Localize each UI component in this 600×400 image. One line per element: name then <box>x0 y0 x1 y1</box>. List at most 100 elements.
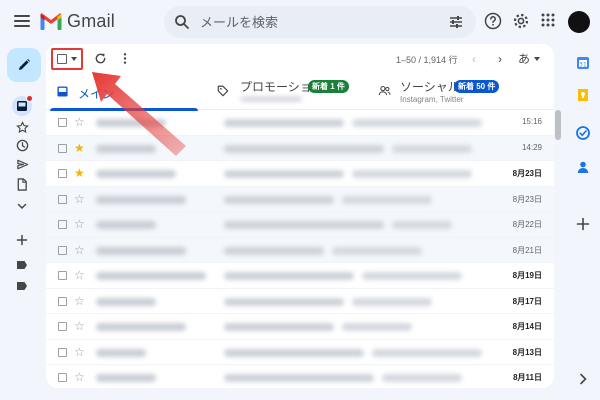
tasks-icon[interactable] <box>576 126 590 140</box>
row-checkbox[interactable] <box>58 347 67 357</box>
row-checkbox[interactable] <box>58 245 67 255</box>
blurred-sender <box>96 170 176 178</box>
sidebar-item-inbox[interactable] <box>12 95 33 116</box>
row-checkbox[interactable] <box>58 373 67 382</box>
row-checkbox[interactable] <box>58 118 67 127</box>
blurred-snippet <box>392 144 472 153</box>
blurred-sender-preview <box>240 96 302 102</box>
email-row[interactable]: ☆ 15:16 <box>46 110 554 136</box>
star-outline-icon[interactable]: ☆ <box>74 217 85 231</box>
blurred-subject <box>224 195 334 204</box>
sidebar-item-sent[interactable] <box>14 156 30 172</box>
more-vert-icon[interactable] <box>123 52 127 65</box>
email-row[interactable]: ☆ 8月21日 <box>46 237 554 263</box>
inbox-icon <box>17 101 27 111</box>
star-outline-icon[interactable]: ☆ <box>74 370 85 384</box>
search-bar[interactable] <box>164 6 476 38</box>
blurred-sender <box>96 297 156 306</box>
checkbox[interactable] <box>57 54 67 64</box>
plus-icon <box>16 234 28 246</box>
keep-icon[interactable] <box>576 88 590 102</box>
previous-page-button[interactable]: ‹ <box>472 52 476 66</box>
sidebar-item-starred[interactable] <box>14 119 30 135</box>
email-row[interactable]: ☆ 8月19日 <box>46 263 554 289</box>
gmail-logo[interactable]: Gmail <box>40 11 115 32</box>
star-filled-icon[interactable]: ★ <box>74 166 85 180</box>
row-checkbox[interactable] <box>58 322 67 331</box>
search-options-icon[interactable] <box>448 14 464 30</box>
blurred-snippet <box>382 374 462 382</box>
get-addons-plus-icon[interactable] <box>576 217 590 231</box>
sidebar-label-1[interactable] <box>14 257 30 273</box>
account-avatar[interactable] <box>568 11 590 33</box>
help-icon[interactable] <box>484 12 502 30</box>
email-row[interactable]: ☆ 8月22日 <box>46 212 554 238</box>
blurred-snippet <box>362 272 462 280</box>
star-outline-icon[interactable]: ☆ <box>74 115 85 129</box>
sidebar-item-snoozed[interactable] <box>14 137 30 153</box>
email-row[interactable]: ☆ 8月11日 <box>46 365 554 388</box>
email-row[interactable]: ☆ 8月17日 <box>46 289 554 314</box>
email-list: ☆ 15:16 ★ 14:29 ★ 8月23日 ☆ 8月23日 ☆ 8月22日 ☆ 8月21日 ☆ 8月1… <box>46 110 554 388</box>
row-checkbox[interactable] <box>58 194 67 204</box>
calendar-day: 31 <box>579 61 587 68</box>
contacts-icon[interactable] <box>576 160 590 174</box>
label-icon <box>17 282 27 290</box>
email-row[interactable]: ☆ 8月14日 <box>46 314 554 340</box>
star-outline-icon[interactable]: ☆ <box>74 268 85 282</box>
blurred-sender <box>96 272 206 280</box>
send-icon <box>16 159 28 169</box>
email-row[interactable]: ☆ 8月13日 <box>46 340 554 365</box>
apps-grid-icon[interactable] <box>540 12 556 28</box>
refresh-icon[interactable] <box>94 52 107 65</box>
star-outline-icon[interactable]: ☆ <box>74 345 85 359</box>
star-outline-icon[interactable]: ☆ <box>74 319 85 333</box>
email-row[interactable]: ★ 8月23日 <box>46 161 554 187</box>
blurred-sender <box>96 119 166 127</box>
row-checkbox[interactable] <box>58 169 67 178</box>
star-outline-icon[interactable]: ☆ <box>74 294 85 308</box>
blurred-subject <box>224 323 334 331</box>
select-all-checkbox[interactable] <box>51 48 83 70</box>
input-tools-button[interactable]: あ <box>518 50 541 67</box>
row-checkbox[interactable] <box>58 296 67 306</box>
tab-primary[interactable]: メイン <box>46 74 202 111</box>
show-side-panel-chevron-icon[interactable] <box>576 372 590 386</box>
gear-icon[interactable] <box>512 12 530 30</box>
star-outline-icon <box>15 120 29 133</box>
mail-list-scrollbar[interactable] <box>555 110 561 390</box>
clock-icon <box>16 139 28 151</box>
next-page-button[interactable]: › <box>498 52 502 66</box>
calendar-icon[interactable]: 31 <box>576 56 590 70</box>
compose-button[interactable] <box>7 48 41 82</box>
select-dropdown-caret[interactable] <box>71 57 77 61</box>
email-row[interactable]: ★ 14:29 <box>46 135 554 161</box>
star-filled-icon[interactable]: ★ <box>74 141 85 155</box>
category-tabs: メイン プロモーション 新着 1 件 ソーシャル 新着 50 件 Instagr… <box>46 74 554 111</box>
star-outline-icon[interactable]: ☆ <box>74 192 85 206</box>
search-icon[interactable] <box>174 14 190 30</box>
main-menu-button[interactable] <box>12 12 32 32</box>
email-date: 14:29 <box>521 142 542 152</box>
email-date: 8月22日 <box>512 220 542 229</box>
sidebar-label-2[interactable] <box>14 278 30 294</box>
tab-social[interactable]: ソーシャル 新着 50 件 Instagram, Twitter <box>378 74 554 110</box>
email-row[interactable]: ☆ 8月23日 <box>46 186 554 212</box>
blurred-sender <box>96 195 186 204</box>
tab-promotions[interactable]: プロモーション 新着 1 件 <box>206 74 376 110</box>
row-checkbox[interactable] <box>58 220 67 229</box>
blurred-snippet <box>392 221 452 229</box>
sidebar-item-drafts[interactable] <box>14 176 30 192</box>
row-checkbox[interactable] <box>58 271 67 280</box>
create-label-button[interactable] <box>14 232 30 248</box>
mail-toolbar: 1–50 / 1,914 行 ‹ › あ <box>46 44 554 74</box>
star-outline-icon[interactable]: ☆ <box>74 243 85 257</box>
row-checkbox[interactable] <box>58 143 67 153</box>
search-input[interactable] <box>200 12 430 32</box>
menu-bar <box>14 20 30 22</box>
inbox-icon <box>57 86 68 97</box>
email-date: 8月11日 <box>513 373 542 382</box>
scrollbar-thumb[interactable] <box>555 110 561 140</box>
sidebar-more-toggle[interactable] <box>14 198 30 214</box>
draft-file-icon <box>17 177 27 191</box>
